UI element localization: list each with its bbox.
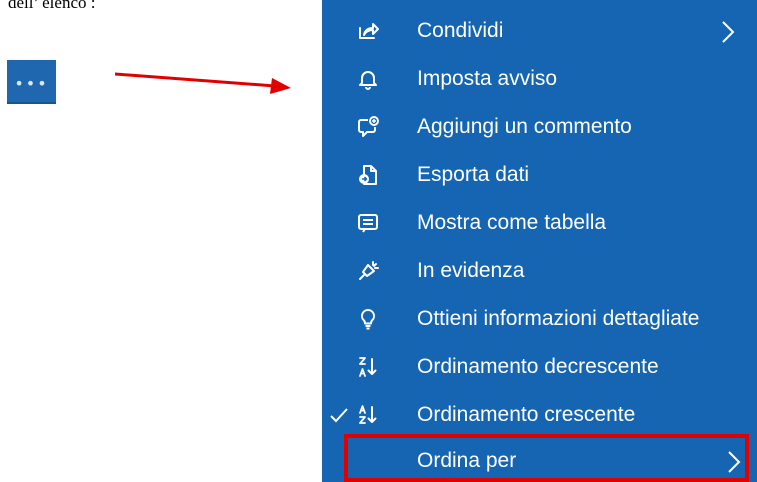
menu-item-export-data[interactable]: Esporta dati [322,152,757,200]
comment-add-icon [357,116,379,138]
more-horizontal-icon: ••• [14,74,49,93]
annotation-arrow [115,72,291,94]
bell-icon [357,68,379,90]
menu-item-sort-descending[interactable]: Ordinamento decrescente [322,344,757,392]
menu-item-label: Ordinamento decrescente [417,355,659,378]
sort-ascending-icon [357,404,379,426]
menu-item-label: Condividi [417,19,504,42]
checkmark-icon [328,404,350,426]
menu-item-label: Ordinamento crescente [417,403,636,426]
menu-item-label: In evidenza [417,259,525,282]
more-options-button[interactable]: ••• [7,60,56,104]
menu-item-show-as-table[interactable]: Mostra come tabella [322,200,757,248]
menu-item-label: Imposta avviso [417,67,558,90]
menu-item-get-insights[interactable]: Ottieni informazioni dettagliate [322,296,757,344]
context-menu: Condividi Imposta avviso Aggiungi un com… [322,0,757,482]
menu-item-add-comment[interactable]: Aggiungi un commento [322,104,757,152]
page: dell’ elenco : ••• Condividi Imposta avv… [0,0,757,482]
menu-item-label: Mostra come tabella [417,211,607,234]
sort-descending-icon [357,356,379,378]
menu-item-share[interactable]: Condividi [322,8,757,56]
table-icon [357,212,379,234]
menu-item-set-alert[interactable]: Imposta avviso [322,56,757,104]
menu-item-sort-ascending[interactable]: Ordinamento crescente [322,392,757,440]
menu-item-label: Esporta dati [417,163,530,186]
menu-item-label: Ottieni informazioni dettagliate [417,307,700,330]
menu-item-label: Aggiungi un commento [417,115,632,138]
share-icon [357,20,379,42]
annotation-highlight-box [344,434,749,482]
menu-item-spotlight[interactable]: In evidenza [322,248,757,296]
spotlight-icon [357,260,379,282]
chevron-right-icon [720,20,736,44]
export-icon [357,164,379,186]
caption-text: dell’ elenco : [8,0,96,12]
lightbulb-icon [357,308,379,330]
